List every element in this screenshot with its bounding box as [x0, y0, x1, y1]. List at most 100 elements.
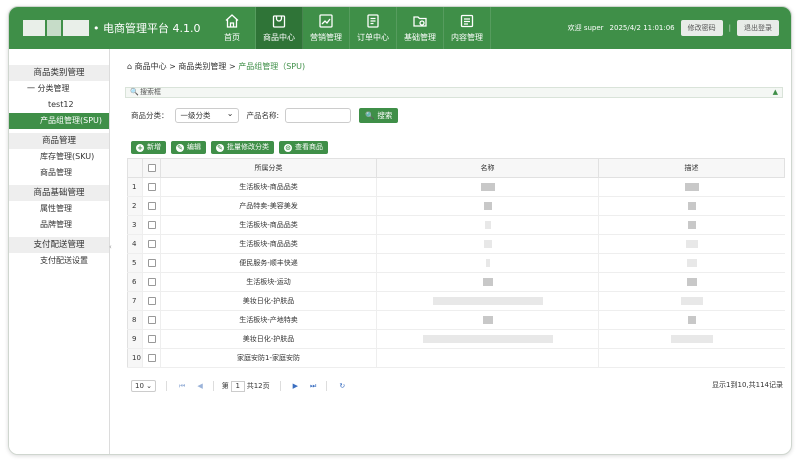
sidebar-item-test12[interactable]: test12 — [9, 97, 109, 113]
redacted-description — [687, 316, 696, 324]
redacted-description — [686, 278, 697, 286]
settings-folder-icon — [413, 16, 427, 27]
view-icon: ⊙ — [284, 143, 292, 152]
page-prefix: 第 — [221, 382, 229, 390]
nav-marketing[interactable]: 营销管理 — [303, 7, 350, 49]
app-window: • 电商管理平台 4.1.0 首页 商品中心 营销管理 订单中心 基础管理 内容… — [8, 6, 792, 455]
table-row[interactable]: 2 产品特卖-美容美发 — [127, 196, 785, 216]
table-row[interactable]: 5 便民服务-顺丰快递 — [127, 253, 785, 273]
redacted-name — [484, 221, 491, 229]
category-cell: 生活板块-商品品类 — [160, 215, 377, 235]
next-page-icon[interactable]: ▶ — [293, 382, 298, 390]
view-goods-button-label: 查看商品 — [295, 143, 323, 151]
product-name-input[interactable] — [285, 107, 352, 123]
sidebar-item-sku[interactable]: 库存管理(SKU) — [9, 149, 109, 165]
search-panel-header[interactable]: 🔍 搜索框 ▲ — [125, 87, 783, 98]
row-checkbox[interactable] — [147, 240, 156, 248]
sidebar-item-brands[interactable]: 品牌管理 — [9, 217, 109, 233]
nav-orders[interactable]: 订单中心 — [350, 7, 397, 49]
main-nav: 首页 商品中心 营销管理 订单中心 基础管理 内容管理 — [209, 7, 491, 49]
category-cell: 生活板块-产地特卖 — [160, 310, 377, 330]
row-checkbox[interactable] — [147, 183, 156, 191]
row-checkbox[interactable] — [147, 278, 156, 286]
row-checkbox[interactable] — [147, 221, 156, 229]
sidebar-group-title: 商品管理 — [9, 133, 109, 149]
nav-home[interactable]: 首页 — [209, 7, 256, 49]
row-checkbox[interactable] — [147, 354, 156, 362]
col-description-header[interactable]: 描述 — [598, 158, 785, 178]
row-checkbox-cell — [142, 329, 161, 349]
action-toolbar: + 新增 ✎ 编辑 ✎ 批量修改分类 ⊙ 查看商品 — [131, 141, 328, 154]
sidebar-item-category-management[interactable]: 一 分类管理 — [9, 81, 109, 97]
name-cell — [376, 253, 599, 273]
sidebar-group-title: 商品类别管理 — [9, 65, 109, 81]
refresh-icon[interactable]: ↻ — [339, 382, 345, 390]
sidebar-item-attributes[interactable]: 属性管理 — [9, 201, 109, 217]
nav-content-management[interactable]: 内容管理 — [444, 7, 491, 49]
breadcrumb: ⌂ 商品中心 > 商品类别管理 > 产品组管理（SPU) — [127, 61, 305, 72]
main-content: ⌂ 商品中心 > 商品类别管理 > 产品组管理（SPU) 🔍 搜索框 ▲ 商品分… — [117, 49, 791, 454]
row-number: 10 — [127, 348, 143, 368]
row-checkbox[interactable] — [147, 316, 156, 324]
table-row[interactable]: 1 生活板块-商品品类 — [127, 177, 785, 197]
category-label: 商品分类： — [131, 110, 169, 120]
table-row[interactable]: 10 家庭安防1-家庭安防 — [127, 348, 785, 368]
row-checkbox[interactable] — [147, 297, 156, 305]
sidebar: 商品类别管理 一 分类管理 test12 产品组管理(SPU) 商品管理 库存管… — [9, 49, 110, 454]
view-goods-button[interactable]: ⊙ 查看商品 — [279, 141, 328, 154]
table-row[interactable]: 3 生活板块-商品品类 — [127, 215, 785, 235]
sidebar-item-goods[interactable]: 商品管理 — [9, 165, 109, 181]
sidebar-collapse-handle[interactable]: ‹ — [109, 243, 115, 257]
last-page-icon[interactable]: ⏭ — [310, 382, 316, 391]
sidebar-item-payment-delivery[interactable]: 支付配送设置 — [9, 253, 109, 269]
description-cell — [598, 234, 785, 254]
row-number: 5 — [127, 253, 143, 273]
redacted-name — [483, 202, 492, 210]
category-cell: 产品特卖-美容美发 — [160, 196, 377, 216]
top-header: • 电商管理平台 4.1.0 首页 商品中心 营销管理 订单中心 基础管理 内容… — [9, 7, 791, 49]
table-row[interactable]: 4 生活板块-商品品类 — [127, 234, 785, 254]
table-row[interactable]: 7 美妆日化-护肤品 — [127, 291, 785, 311]
search-button[interactable]: 🔍 搜索 — [359, 107, 399, 123]
first-page-icon[interactable]: ⏮ — [179, 382, 185, 391]
table-body: 1 生活板块-商品品类 2 产品特卖-美容美发 3 生活板块-商品品类 4 生活板块-商品品类… — [127, 177, 785, 368]
category-select[interactable]: 一级分类 — [174, 107, 239, 123]
prev-page-icon[interactable]: ◀ — [197, 382, 202, 390]
row-checkbox[interactable] — [147, 335, 156, 343]
category-cell: 生活板块-商品品类 — [160, 177, 377, 197]
batch-edit-category-button[interactable]: ✎ 批量修改分类 — [211, 141, 274, 154]
nav-base-management[interactable]: 基础管理 — [397, 7, 444, 49]
change-password-button[interactable]: 修改密码 — [680, 20, 723, 36]
redacted-description — [685, 240, 698, 248]
page-number-input[interactable]: 1 — [230, 380, 245, 392]
search-panel-title: 搜索框 — [140, 88, 161, 96]
col-category-header[interactable]: 所属分类 — [160, 158, 377, 178]
row-checkbox-cell — [142, 196, 161, 216]
nav-home-label: 首页 — [224, 33, 240, 42]
nav-base-management-label: 基础管理 — [404, 33, 436, 42]
page-size-select[interactable]: 10 ⌄ — [131, 380, 157, 392]
sidebar-item-spu[interactable]: 产品组管理(SPU) — [9, 113, 109, 129]
description-cell — [598, 348, 785, 368]
name-cell — [376, 177, 599, 197]
nav-product-center[interactable]: 商品中心 — [256, 7, 303, 49]
col-name-header[interactable]: 名称 — [376, 158, 599, 178]
row-checkbox[interactable] — [147, 259, 156, 267]
content-icon — [460, 14, 474, 28]
edit-button[interactable]: ✎ 编辑 — [171, 141, 206, 154]
breadcrumb-path[interactable]: 商品中心 > 商品类别管理 > — [135, 62, 239, 71]
welcome-text: 欢迎 super — [567, 24, 604, 32]
add-button[interactable]: + 新增 — [131, 141, 166, 154]
table-row[interactable]: 9 美妆日化-护肤品 — [127, 329, 785, 349]
category-cell: 美妆日化-护肤品 — [160, 291, 377, 311]
select-all-checkbox[interactable] — [147, 164, 156, 172]
name-cell — [376, 291, 599, 311]
category-cell: 生活板块-商品品类 — [160, 234, 377, 254]
row-number: 1 — [127, 177, 143, 197]
collapse-up-icon[interactable]: ▲ — [773, 88, 778, 97]
pager-divider — [279, 381, 281, 391]
logout-button[interactable]: 退出登录 — [737, 20, 779, 36]
table-row[interactable]: 6 生活板块-运动 — [127, 272, 785, 292]
row-checkbox[interactable] — [147, 202, 156, 210]
table-row[interactable]: 8 生活板块-产地特卖 — [127, 310, 785, 330]
